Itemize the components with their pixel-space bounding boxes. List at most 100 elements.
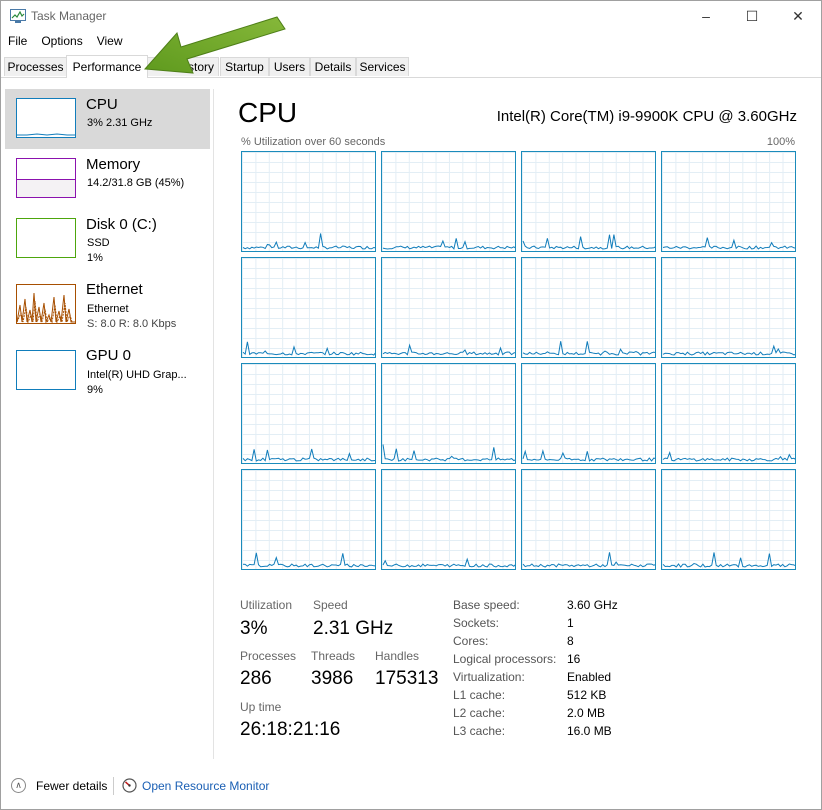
core-graph-5 bbox=[381, 257, 516, 358]
sidebar-item-gpu[interactable]: GPU 0 Intel(R) UHD Grap... 9% bbox=[5, 341, 210, 401]
chevron-up-icon[interactable]: ∧ bbox=[11, 778, 26, 793]
logical-processor-graphs bbox=[241, 151, 797, 573]
core-graph-trace-3 bbox=[662, 237, 795, 250]
menu-options[interactable]: Options bbox=[34, 32, 89, 52]
core-utilization-line bbox=[662, 552, 795, 568]
task-manager-window: Task Manager – ☐ ✕ File Options View Pro… bbox=[0, 0, 822, 810]
core-utilization-line bbox=[522, 552, 655, 568]
tab-processes[interactable]: Processes bbox=[4, 57, 67, 76]
core-graph-trace-15 bbox=[662, 552, 795, 568]
core-utilization-line bbox=[662, 237, 795, 250]
cpu-model-name: Intel(R) Core(TM) i9-9900K CPU @ 3.60GHz bbox=[496, 108, 797, 125]
core-graph-trace-11 bbox=[662, 451, 795, 462]
maximize-button[interactable]: ☐ bbox=[729, 1, 775, 31]
spec-label-cores: Cores: bbox=[453, 634, 489, 648]
sidebar-sub-cpu: 3% 2.31 GHz bbox=[87, 117, 153, 129]
ethernet-thumbnail-graph bbox=[16, 292, 75, 324]
handles-value: 175313 bbox=[375, 668, 439, 689]
core-utilization-line bbox=[382, 238, 515, 250]
spec-label-logical-processors: Logical processors: bbox=[453, 652, 557, 666]
handles-label: Handles bbox=[375, 649, 420, 663]
menu-view[interactable]: View bbox=[90, 32, 130, 52]
menu-bar: File Options View bbox=[1, 32, 130, 52]
tab-performance[interactable]: Performance bbox=[66, 55, 148, 78]
processes-value: 286 bbox=[240, 668, 272, 689]
footer-divider bbox=[113, 777, 114, 795]
core-graph-9 bbox=[381, 363, 516, 464]
spec-value-logical-processors: 16 bbox=[567, 652, 581, 666]
resource-monitor-icon[interactable] bbox=[122, 778, 137, 793]
core-graph-trace-6 bbox=[522, 341, 655, 356]
sidebar-sub-disk: SSD 1% bbox=[87, 236, 110, 266]
core-graph-12 bbox=[241, 469, 376, 570]
sidebar-item-ethernet[interactable]: Ethernet Ethernet S: 8.0 R: 8.0 Kbps bbox=[5, 275, 210, 335]
task-manager-icon bbox=[10, 9, 26, 23]
disk-thumbnail bbox=[16, 218, 76, 258]
speed-label: Speed bbox=[313, 598, 348, 612]
open-resource-monitor-link[interactable]: Open Resource Monitor bbox=[142, 779, 269, 793]
core-graph-trace-12 bbox=[242, 552, 375, 568]
spec-value-l1-cache: 512 KB bbox=[567, 688, 607, 702]
memory-thumbnail-fill bbox=[17, 178, 75, 197]
core-graph-6 bbox=[521, 257, 656, 358]
spec-value-l2-cache: 2.0 MB bbox=[567, 706, 606, 720]
spec-value-sockets: 1 bbox=[567, 616, 574, 630]
speed-value: 2.31 GHz bbox=[313, 618, 394, 639]
core-graph-trace-7 bbox=[662, 344, 795, 356]
core-graph-4 bbox=[241, 257, 376, 358]
core-graph-14 bbox=[521, 469, 656, 570]
ethernet-throughput: S: 8.0 R: 8.0 Kbps bbox=[87, 318, 177, 330]
core-graph-trace-9 bbox=[382, 444, 515, 462]
core-utilization-line bbox=[242, 448, 375, 462]
core-utilization-line bbox=[382, 444, 515, 462]
core-graph-1 bbox=[381, 151, 516, 252]
spec-label-l3-cache: L3 cache: bbox=[453, 724, 506, 738]
core-utilization-line bbox=[662, 451, 795, 462]
core-graph-trace-10 bbox=[522, 448, 655, 462]
page-title: CPU bbox=[238, 97, 298, 128]
core-graph-2 bbox=[521, 151, 656, 252]
sidebar-item-memory[interactable]: Memory 14.2/31.8 GB (45%) bbox=[5, 149, 210, 209]
core-graph-trace-14 bbox=[522, 552, 655, 568]
cpu-thumbnail bbox=[16, 98, 76, 138]
cpu-thumbnail-graph bbox=[17, 133, 75, 136]
tab-services[interactable]: Services bbox=[356, 57, 409, 76]
sidebar-sub-gpu: Intel(R) UHD Grap... 9% bbox=[87, 368, 187, 398]
core-graph-7 bbox=[661, 257, 796, 358]
sidebar-item-disk[interactable]: Disk 0 (C:) SSD 1% bbox=[5, 209, 210, 269]
tab-details[interactable]: Details bbox=[310, 57, 356, 76]
spec-label-base-speed: Base speed: bbox=[453, 598, 520, 612]
core-utilization-line bbox=[522, 448, 655, 462]
threads-label: Threads bbox=[311, 649, 356, 663]
threads-value: 3986 bbox=[311, 668, 354, 689]
sidebar-title-ethernet: Ethernet bbox=[86, 281, 143, 298]
core-graph-13 bbox=[381, 469, 516, 570]
sidebar-sub-memory: 14.2/31.8 GB (45%) bbox=[87, 177, 185, 189]
core-graph-trace-13 bbox=[382, 557, 515, 568]
fewer-details-link[interactable]: Fewer details bbox=[36, 779, 107, 793]
memory-thumbnail bbox=[16, 158, 76, 198]
sidebar-title-gpu: GPU 0 bbox=[86, 347, 132, 364]
sidebar-item-cpu[interactable]: CPU 3% 2.31 GHz bbox=[5, 89, 210, 149]
core-utilization-line bbox=[242, 552, 375, 568]
sidebar-divider bbox=[213, 89, 214, 759]
close-button[interactable]: ✕ bbox=[775, 1, 821, 31]
resource-sidebar: CPU 3% 2.31 GHz Memory 14.2/31.8 GB (45%… bbox=[5, 89, 211, 759]
core-utilization-line bbox=[522, 234, 655, 250]
processes-label: Processes bbox=[240, 649, 297, 663]
graph-max-label: 100% bbox=[766, 136, 795, 148]
core-graph-10 bbox=[521, 363, 656, 464]
menu-file[interactable]: File bbox=[1, 32, 34, 52]
spec-label-virtualization: Virtualization: bbox=[453, 670, 525, 684]
spec-value-l3-cache: 16.0 MB bbox=[567, 724, 612, 738]
core-utilization-line bbox=[522, 341, 655, 356]
core-graph-0 bbox=[241, 151, 376, 252]
sidebar-title-cpu: CPU bbox=[86, 96, 118, 113]
minimize-button[interactable]: – bbox=[683, 1, 729, 31]
core-graph-trace-1 bbox=[382, 238, 515, 250]
core-graph-3 bbox=[661, 151, 796, 252]
gpu-usage: 9% bbox=[87, 384, 103, 396]
graph-caption: % Utilization over 60 seconds bbox=[241, 136, 386, 148]
spec-value-base-speed: 3.60 GHz bbox=[567, 598, 618, 612]
disk-usage: 1% bbox=[87, 252, 103, 264]
